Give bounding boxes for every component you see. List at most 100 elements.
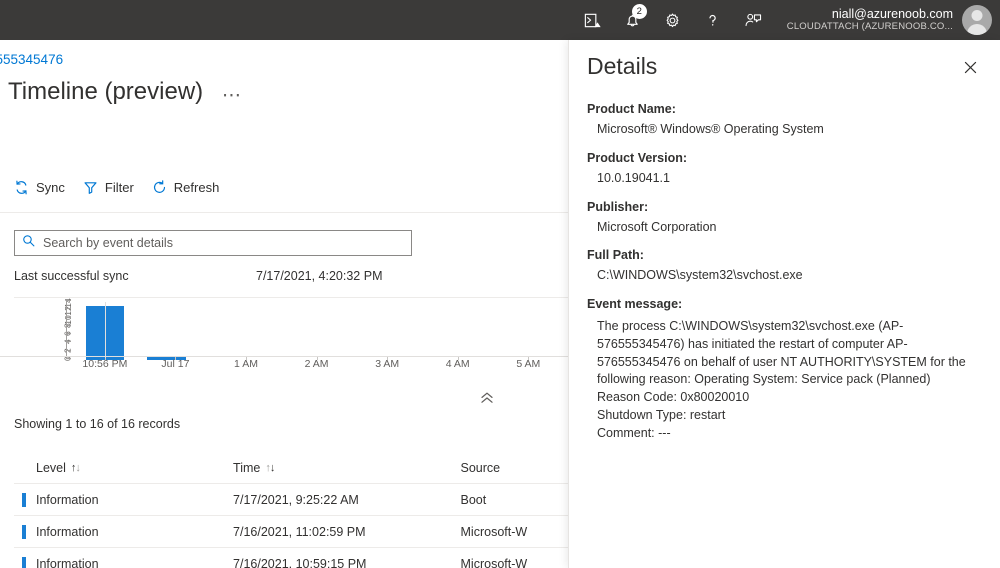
details-field-value: Microsoft Corporation [597,219,717,234]
details-panel: Details Product Name: Microsoft® Windows®… [568,40,1000,568]
table-row[interactable]: Information 7/16/2021, 10:59:15 PM Microso… [14,548,568,568]
column-header-time-label: Time [233,460,261,475]
details-field: Event message: The process C:\WINDOWS\sys… [587,297,981,442]
column-header-time[interactable]: Time ↑↓ [233,461,460,475]
chart-y-tick [66,341,71,343]
details-panel-body: Product Name: Microsoft® Windows® Operati… [569,102,1000,568]
feedback-icon[interactable] [733,0,773,40]
account-menu[interactable]: niall@azurenoob.com CLOUDATTACH (AZURENO… [773,0,1000,40]
azure-portal-timeline-page: 2 niall@azurenoob.com CLOUDATTACH (AZURE… [0,0,1000,568]
help-icon[interactable] [693,0,733,40]
last-sync-label: Last successful sync [14,269,129,283]
details-field-label: Full Path: [587,248,644,263]
sync-icon [14,180,29,195]
chart-y-tick [66,300,71,301]
details-field-value: 10.0.19041.1 [597,170,670,185]
last-sync-value: 7/17/2021, 4:20:32 PM [256,269,383,283]
cell-source: Boot [460,492,487,507]
chart-y-tick [66,324,71,326]
account-org: CLOUDATTACH (AZURENOOB.CO... [786,20,953,32]
details-field-value: Microsoft® Windows® Operating System [597,122,824,136]
table-row[interactable]: Information 7/17/2021, 9:25:22 AM Boot [14,484,568,516]
details-field-label: Product Name: [587,102,676,116]
column-header-level-label: Level [36,460,66,475]
filter-button[interactable]: Filter [83,180,134,195]
chart-x-axis-labels: 10:56 PM Jul 17 1 AM 2 AM 3 AM 4 AM 5 AM [14,302,568,374]
records-count: Showing 1 to 16 of 16 records [14,417,181,431]
cell-level: Information [14,524,233,539]
notifications-icon[interactable]: 2 [613,0,653,40]
sort-icon-level[interactable]: ↑↓ [71,462,81,474]
chart-y-tick [66,349,71,351]
gear-icon[interactable] [653,0,693,40]
filter-label: Filter [104,180,134,195]
refresh-button[interactable]: Refresh [152,180,220,195]
chart-y-tick [66,333,71,335]
command-toolbar: Sync Filter Refresh [14,180,219,195]
toolbar-divider [0,212,568,213]
details-field-label: Publisher: [587,199,649,214]
details-field-label: Product Version: [587,150,688,165]
column-header-source[interactable]: Source [461,461,568,475]
chart-x-axis-line [0,356,568,357]
search-icon [22,234,41,252]
events-table: Level ↑↓ Time ↑↓ Source Information 7/17/… [14,452,568,568]
table-header-row: Level ↑↓ Time ↑↓ Source [14,452,568,484]
search-box[interactable] [14,230,412,256]
chart-y-tick [66,316,71,318]
avatar-head [971,10,983,21]
details-field: Full Path: C:\WINDOWS\system32\svchost.ex… [587,248,981,283]
chart-y-tick [66,308,71,310]
search-input[interactable] [41,235,404,251]
cell-level-label: Information [36,556,99,568]
chart-gridline [104,302,106,358]
details-field-value: C:\WINDOWS\system32\svchost.exe [597,268,803,283]
cell-time: 7/17/2021, 9:25:22 AM [233,492,359,507]
more-options-icon[interactable]: ⋯ [222,86,242,105]
column-header-level[interactable]: Level ↑↓ [14,461,233,475]
level-indicator [22,556,26,568]
sort-icon-time[interactable]: ↑↓ [265,462,275,474]
cell-level: Information [14,492,233,507]
sync-label: Sync [36,180,65,195]
chevron-double-up-icon[interactable] [478,391,496,405]
main-content-pane: 5555345476 Timeline (preview) ⋯ Sync [0,40,568,568]
page-title: Timeline (preview) [8,78,204,105]
chart-plot-area [74,302,568,360]
refresh-label: Refresh [173,180,220,195]
table-body: Information 7/17/2021, 9:25:22 AM Boot Info… [14,484,568,568]
details-field-label: Event message: [587,297,683,311]
close-icon[interactable] [957,54,983,80]
notification-badge: 2 [631,4,647,19]
avatar-body [967,24,987,35]
level-indicator [22,492,26,507]
cell-time: 7/16/2021, 11:02:59 PM [233,524,366,539]
details-panel-header: Details [569,40,1000,94]
cell-source: Microsoft-W [460,524,528,539]
cell-source: Microsoft-W [460,556,528,568]
details-field: Product Version: 10.0.19041.1 [587,151,981,186]
filter-icon [83,180,98,195]
cloud-shell-icon[interactable] [573,0,613,40]
details-panel-title: Details [587,53,658,79]
topbar-icon-group: 2 niall@azurenoob.com CLOUDATTACH (AZURE… [573,0,1000,40]
events-timeline-chart[interactable]: 02468101214 10:56 PMJul 171 AM2 AM3 AM4 … [14,298,568,378]
avatar[interactable] [962,5,992,35]
details-field: Publisher: Microsoft Corporation [587,200,981,235]
chart-y-axis [66,300,72,359]
details-field-value: The process C:\WINDOWS\system32\svchost.… [597,319,966,440]
sync-button[interactable]: Sync [14,180,65,195]
cell-time: 7/16/2021, 10:59:15 PM [233,556,367,568]
breadcrumb[interactable]: 5555345476 [0,52,63,67]
table-row[interactable]: Information 7/16/2021, 11:02:59 PM Microso… [14,516,568,548]
account-text: niall@azurenoob.com CLOUDATTACH (AZURENO… [787,7,953,32]
details-field: Product Name: Microsoft® Windows® Operati… [587,102,981,137]
account-email: niall@azurenoob.com [831,7,953,22]
refresh-icon [152,180,167,195]
cell-level: Information [14,556,233,568]
level-indicator [22,524,26,539]
cell-level-label: Information [36,492,99,507]
cell-level-label: Information [36,524,99,539]
column-header-source-label: Source [460,460,501,475]
top-navigation-bar: 2 niall@azurenoob.com CLOUDATTACH (AZURE… [0,0,1000,40]
